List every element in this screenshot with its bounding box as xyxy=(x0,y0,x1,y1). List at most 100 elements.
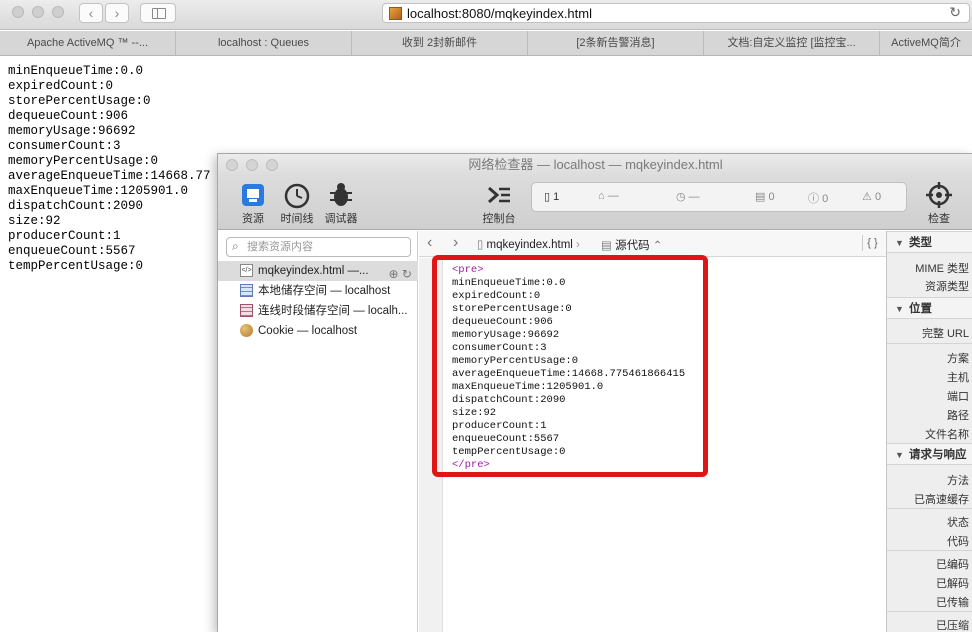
page-line: maxEnqueueTime:1205901.0 xyxy=(8,184,189,198)
resources-icon xyxy=(231,180,275,210)
divider xyxy=(887,508,972,509)
forward-button[interactable]: › xyxy=(105,3,129,23)
page-line: consumerCount:3 xyxy=(8,139,121,153)
tab-docs[interactable]: 文档:自定义监控 [监控宝... xyxy=(704,31,880,56)
stopwatch-icon xyxy=(275,180,319,210)
reload-icon[interactable]: ↻ xyxy=(949,4,961,21)
html-file-icon: ▯ xyxy=(477,239,484,251)
inspector-minimize-button[interactable] xyxy=(246,159,258,171)
page-line: memoryUsage:96692 xyxy=(8,124,136,138)
detail-mime-label: MIME 类型 xyxy=(915,263,969,275)
bell-status: ⌂ — xyxy=(598,190,619,202)
detail-method-label: 方法 xyxy=(947,475,969,487)
page-line: producerCount:1 xyxy=(8,229,121,243)
tab-activemq-intro[interactable]: ActiveMQ简介 xyxy=(880,31,972,56)
divider xyxy=(887,343,972,344)
resource-item-cookie[interactable]: Cookie — localhost xyxy=(218,321,418,341)
sidebar-toggle-button[interactable] xyxy=(140,3,176,23)
resources-tab[interactable]: 资源 xyxy=(231,180,275,226)
chevron-left-icon[interactable]: ‹ xyxy=(427,234,432,252)
disclosure-triangle-icon: ▼ xyxy=(895,304,904,314)
inspector-zoom-button[interactable] xyxy=(266,159,278,171)
pretty-print-button[interactable]: { } xyxy=(862,235,882,251)
error-icon: ⓘ xyxy=(808,193,819,205)
detail-compressed-label: 已压缩 xyxy=(936,620,969,632)
chevron-right-icon: › xyxy=(114,5,120,21)
cookie-icon xyxy=(240,324,253,337)
resource-count[interactable]: ▯ 1 xyxy=(544,190,559,203)
page-line: tempPercentUsage:0 xyxy=(8,259,144,273)
tab-alerts[interactable]: [2条新告警消息] xyxy=(528,31,704,56)
resource-item-mqkeyindex[interactable]: </> mqkeyindex.html —... ⊕ ↻ xyxy=(218,261,418,281)
crosshair-icon xyxy=(917,180,961,210)
document-icon: ▯ xyxy=(544,191,551,203)
page-line: dispatchCount:2090 xyxy=(8,199,144,213)
detail-status-label: 状态 xyxy=(947,517,969,529)
inspector-close-button[interactable] xyxy=(226,159,238,171)
session-storage-icon xyxy=(240,304,253,317)
detail-encoded-label: 已编码 xyxy=(936,559,969,571)
section-location[interactable]: ▼ 位置 xyxy=(887,297,972,319)
breadcrumb-file[interactable]: ▯ mqkeyindex.html › xyxy=(477,237,580,251)
tab-activemq[interactable]: Apache ActiveMQ ™ --... xyxy=(0,31,176,56)
clock-icon: ◷ xyxy=(676,191,686,203)
minimize-window-button[interactable] xyxy=(32,6,44,18)
log-icon: ▤ xyxy=(755,191,766,203)
source-mode-select[interactable]: ▤ 源代码 ⌃ xyxy=(601,237,662,253)
back-button[interactable]: ‹ xyxy=(79,3,103,23)
warning-icon: ⚠ xyxy=(862,191,872,203)
detail-filename-label: 文件名称 xyxy=(925,429,969,441)
browser-toolbar: ‹ › localhost:8080/mqkeyindex.html ↻ xyxy=(0,0,972,30)
address-bar[interactable]: localhost:8080/mqkeyindex.html ↻ xyxy=(382,3,970,23)
clock-status: ◷ — xyxy=(676,191,700,203)
chevron-left-icon: ‹ xyxy=(88,5,94,21)
page-line: size:92 xyxy=(8,214,61,228)
inspector-title-bar: 网络检查器 — localhost — mqkeyindex.html xyxy=(218,154,972,176)
resource-search[interactable]: ⌕ xyxy=(226,237,411,257)
close-window-button[interactable] xyxy=(12,6,24,18)
page-line: averageEnqueueTime:14668.77 xyxy=(8,169,211,183)
annotation-highlight-box xyxy=(432,255,708,477)
chevron-right-icon[interactable]: › xyxy=(453,234,458,252)
page-line: expiredCount:0 xyxy=(8,79,114,93)
bug-icon xyxy=(319,180,363,210)
sidebar-icon xyxy=(152,8,166,19)
detail-full-url-label: 完整 URL xyxy=(921,328,969,340)
log-count[interactable]: ▤ 0 xyxy=(755,190,775,203)
detail-scheme-label: 方案 xyxy=(947,353,969,365)
zoom-window-button[interactable] xyxy=(52,6,64,18)
divider xyxy=(887,550,972,551)
html-file-icon: </> xyxy=(240,264,253,277)
resources-sidebar: ⌕ </> mqkeyindex.html —... ⊕ ↻ 本地储存空间 — … xyxy=(218,231,418,632)
detail-host-label: 主机 xyxy=(947,372,969,384)
error-count[interactable]: ⓘ 0 xyxy=(808,190,828,206)
disclosure-triangle-icon: ▼ xyxy=(895,238,904,248)
tab-mail[interactable]: 收到 2封新邮件 xyxy=(352,31,528,56)
inspect-button[interactable]: 检查 xyxy=(917,180,961,226)
debugger-tab[interactable]: 调试器 xyxy=(319,180,363,226)
detail-resource-type-label: 资源类型 xyxy=(925,281,969,293)
url-text: localhost:8080/mqkeyindex.html xyxy=(407,6,592,21)
page-line: dequeueCount:906 xyxy=(8,109,129,123)
bell-icon: ⌂ xyxy=(598,190,605,202)
web-inspector-window: 网络检查器 — localhost — mqkeyindex.html 资源 时… xyxy=(217,153,972,632)
section-request-response[interactable]: ▼ 请求与响应 xyxy=(887,443,972,465)
console-tab[interactable]: 控制台 xyxy=(477,180,521,226)
warning-count[interactable]: ⚠ 0 xyxy=(862,190,881,203)
inspector-title: 网络检查器 — localhost — mqkeyindex.html xyxy=(468,157,723,172)
divider xyxy=(887,611,972,612)
detail-code-label: 代码 xyxy=(947,536,969,548)
resource-search-input[interactable] xyxy=(247,240,405,254)
activity-viewer: ▯ 1 ⌂ — ◷ — ▤ 0 ⓘ 0 ⚠ 0 xyxy=(531,182,907,212)
tab-queues[interactable]: localhost : Queues xyxy=(176,31,352,56)
download-icon[interactable]: ⊕ ↻ xyxy=(389,264,412,281)
page-content: minEnqueueTime:0.0 expiredCount:0 storeP… xyxy=(8,64,211,274)
section-type[interactable]: ▼ 类型 xyxy=(887,231,972,253)
disclosure-triangle-icon: ▼ xyxy=(895,450,904,460)
resource-item-local-storage[interactable]: 本地储存空间 — localhost xyxy=(218,281,418,301)
timeline-tab[interactable]: 时间线 xyxy=(275,180,319,226)
resource-item-session-storage[interactable]: 连线时段储存空间 — localh... xyxy=(218,301,418,321)
page-line: memoryPercentUsage:0 xyxy=(8,154,159,168)
console-icon xyxy=(477,180,521,210)
page-line: storePercentUsage:0 xyxy=(8,94,151,108)
